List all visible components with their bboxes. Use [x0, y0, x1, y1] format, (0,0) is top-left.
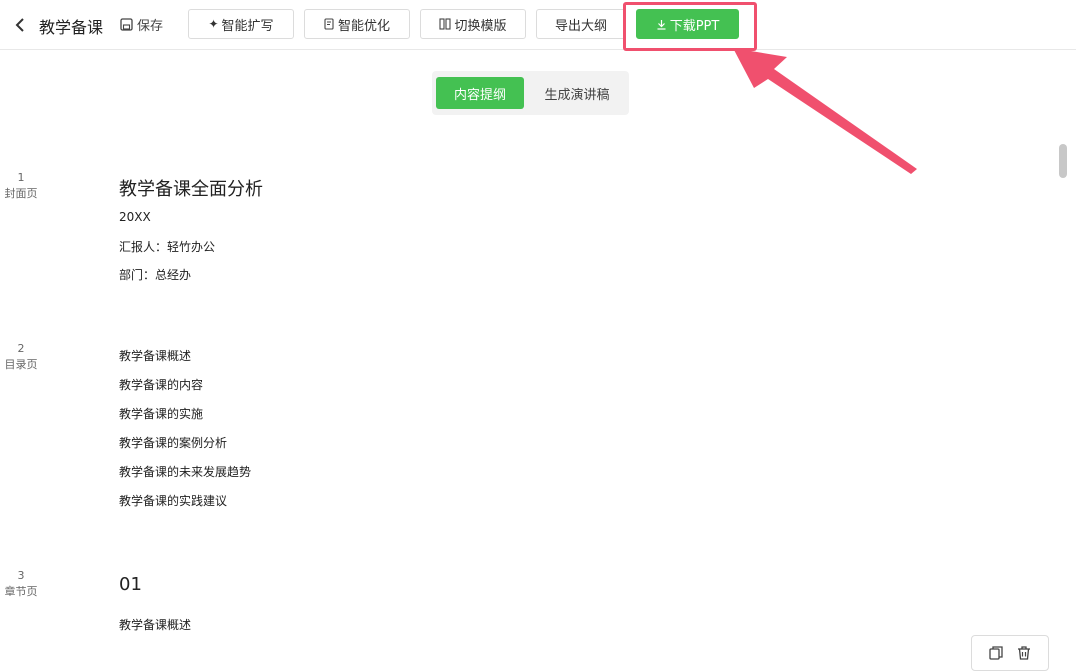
copy-icon[interactable]	[988, 645, 1004, 661]
download-ppt-label: 下载PPT	[669, 18, 720, 34]
save-button[interactable]: 保存	[120, 15, 163, 34]
slide-line[interactable]: 部门：总经办	[119, 266, 191, 283]
download-ppt-button[interactable]: 下载PPT	[636, 9, 739, 39]
slide-number: 1 封面页	[1, 170, 41, 202]
slide-number: 3 章节页	[1, 568, 41, 600]
slide-line[interactable]: 教学备课的未来发展趋势	[119, 463, 251, 480]
slide-line[interactable]: 教学备课概述	[119, 616, 191, 633]
export-outline-button[interactable]: 导出大纲	[536, 9, 626, 39]
tab-content-outline[interactable]: 内容提纲	[436, 77, 524, 109]
top-toolbar: 教学备课 保存 ✦ 智能扩写 智能优化 切换模版 导出大纲 下载PPT	[0, 0, 1076, 50]
slide-line[interactable]: 汇报人：轻竹办公	[119, 238, 215, 255]
slide-type: 目录页	[4, 358, 38, 371]
slide-type: 章节页	[4, 585, 38, 598]
slide-action-toolbox	[971, 635, 1049, 671]
export-outline-label: 导出大纲	[554, 18, 607, 34]
save-icon	[120, 18, 133, 31]
tab-generate-speech[interactable]: 生成演讲稿	[530, 77, 624, 109]
download-icon	[657, 19, 666, 30]
edit-doc-icon	[324, 18, 334, 30]
scrollbar-thumb[interactable]	[1059, 144, 1067, 178]
slide-title[interactable]: 01	[119, 574, 142, 595]
template-icon	[439, 18, 452, 30]
slide-line[interactable]: 20XX	[119, 210, 151, 224]
slide-title[interactable]: 教学备课全面分析	[119, 175, 263, 201]
slide-type: 封面页	[4, 187, 38, 200]
back-arrow-icon[interactable]	[12, 15, 28, 35]
document-title: 教学备课	[39, 18, 104, 37]
slide-index: 2	[17, 342, 25, 355]
switch-template-button[interactable]: 切换模版	[420, 9, 526, 39]
smart-expand-label: 智能扩写	[221, 18, 274, 34]
trash-icon[interactable]	[1016, 645, 1032, 661]
sparkle-icon: ✦	[208, 17, 219, 31]
smart-optimize-label: 智能优化	[337, 18, 390, 34]
smart-expand-button[interactable]: ✦ 智能扩写	[188, 9, 294, 39]
save-label: 保存	[137, 19, 164, 34]
slide-index: 3	[17, 569, 25, 582]
slide-line[interactable]: 教学备课概述	[119, 347, 191, 364]
switch-template-label: 切换模版	[454, 18, 507, 34]
smart-optimize-button[interactable]: 智能优化	[304, 9, 410, 39]
slide-index: 1	[17, 171, 25, 184]
slide-line[interactable]: 教学备课的实施	[119, 405, 203, 422]
slide-line[interactable]: 教学备课的实践建议	[119, 492, 227, 509]
slide-number: 2 目录页	[1, 341, 41, 373]
view-tabs: 内容提纲 生成演讲稿	[432, 71, 629, 115]
slide-line[interactable]: 教学备课的案例分析	[119, 434, 227, 451]
slide-line[interactable]: 教学备课的内容	[119, 376, 203, 393]
